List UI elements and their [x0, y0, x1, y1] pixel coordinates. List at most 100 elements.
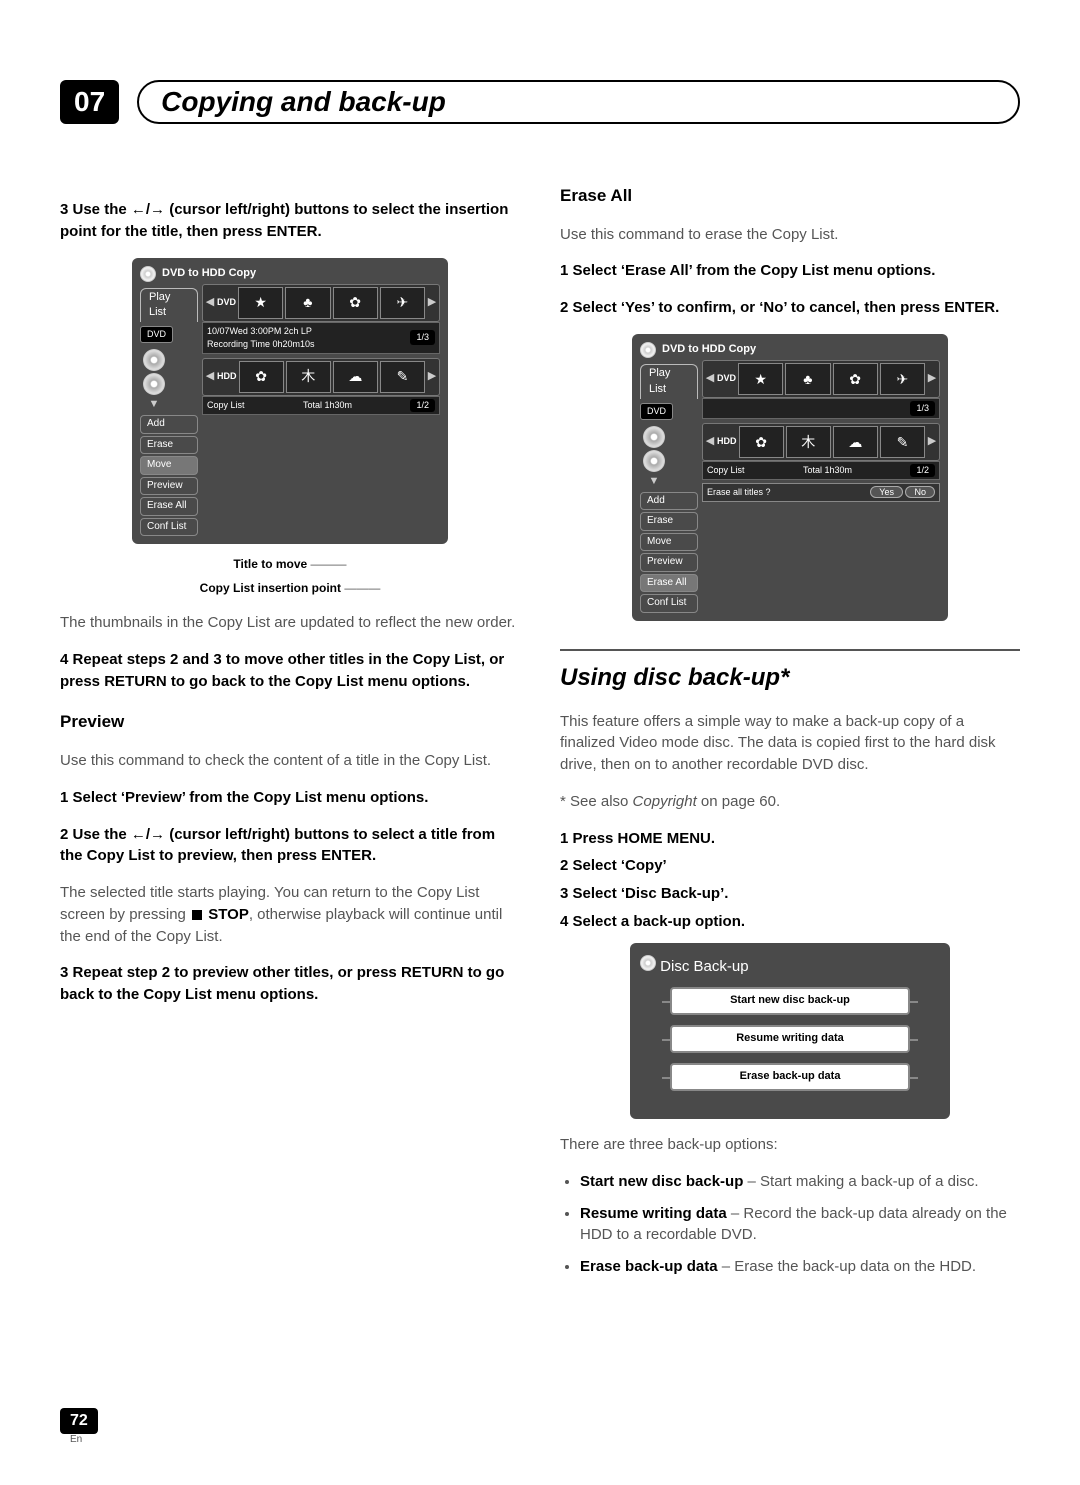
thumb: ★: [238, 287, 283, 319]
fig2-menu: Add Erase Move Preview Erase All Conf Li…: [640, 492, 698, 613]
dvd-stack-icon: ▼: [640, 426, 668, 490]
backup-menu-title: Disc Back-up: [660, 958, 748, 975]
page: 07 Copying and back-up 3 Use the ←/→ (cu…: [0, 0, 1080, 1485]
fig2-page-upper: 1/3: [910, 401, 935, 416]
disc-backup-footnote: * See also Copyright on page 60.: [560, 791, 1020, 813]
menu-conf-list: Conf List: [140, 518, 198, 537]
preview-after-2: The selected title starts playing. You c…: [60, 882, 520, 947]
disc-icon: [140, 266, 156, 282]
thumb: 木: [286, 361, 331, 393]
dialog-yes-button[interactable]: Yes: [870, 486, 903, 498]
fig2-total: Total 1h30m: [803, 464, 852, 477]
fig1-info2: Recording Time 0h20m10s: [207, 339, 315, 349]
chapter-number-box: 07: [60, 80, 119, 124]
fig1-menu: Add Erase Move Preview Erase All Conf Li…: [140, 415, 198, 536]
fig1-dvd-row-label: DVD: [217, 296, 236, 309]
menu-add: Add: [640, 492, 698, 511]
left-step-3: 3 Use the ←/→ (cursor left/right) button…: [60, 199, 520, 243]
stop-icon: [192, 910, 202, 920]
menu-move: Move: [140, 456, 198, 475]
thumb: ✈: [880, 363, 925, 395]
disc-backup-intro: This feature offers a simple way to make…: [560, 711, 1020, 776]
fig1-page-lower: 1/2: [410, 399, 435, 412]
backup-option-2: Resume writing data – Record the back-up…: [580, 1203, 1020, 1247]
erase-all-intro: Use this command to erase the Copy List.: [560, 224, 1020, 246]
figure-erase-all-dialog: DVD to HDD Copy Play List DVD ▼ Add Eras…: [632, 334, 948, 621]
right-arrow-icon: ▶: [427, 295, 437, 311]
fig2-confirm-dialog: Erase all titles ? Yes No: [702, 483, 940, 502]
opt2-label: Resume writing data: [580, 1205, 727, 1222]
preview-intro: Use this command to check the content of…: [60, 750, 520, 772]
left-arrow-icon: ◀: [705, 371, 715, 387]
disc-icon: [640, 342, 656, 358]
caption-insertion-point: Copy List insertion point: [200, 581, 341, 595]
backup-menu-item-erase[interactable]: Erase back-up data: [670, 1063, 910, 1091]
thumb: ✿: [739, 426, 784, 458]
thumb: ✿: [333, 287, 378, 319]
left-arrow-icon: ◀: [205, 295, 215, 311]
thumb: ✎: [880, 426, 925, 458]
fig1-copy-list-label: Copy List: [207, 399, 245, 412]
disc-backup-heading: Using disc back-up*: [560, 649, 1020, 696]
opt3-text: – Erase the back-up data on the HDD.: [718, 1258, 976, 1275]
left-arrow-icon: ◀: [705, 434, 715, 450]
thumb: ✎: [380, 361, 425, 393]
fig1-page-upper: 1/3: [410, 330, 435, 345]
fig1-top-thumbs: ◀ DVD ★ ♣ ✿ ✈ ▶: [202, 284, 440, 322]
dialog-no-button[interactable]: No: [905, 486, 935, 498]
backup-menu-item-resume[interactable]: Resume writing data: [670, 1025, 910, 1053]
fig2-dvd-badge: DVD: [640, 403, 673, 420]
backup-menu-title-row: Disc Back-up: [640, 955, 940, 978]
fig1-dvd-badge: DVD: [140, 326, 173, 343]
erase-all-heading: Erase All: [560, 184, 1020, 209]
fig1-tab: Play List: [140, 288, 198, 323]
preview-step-3: 3 Repeat step 2 to preview other titles,…: [60, 962, 520, 1006]
thumb: ✈: [380, 287, 425, 319]
thumb: ☁: [833, 426, 878, 458]
page-number: 72: [60, 1408, 98, 1434]
backup-options-list: Start new disc back-up – Start making a …: [560, 1171, 1020, 1278]
thumb: ★: [738, 363, 783, 395]
thumb: ☁: [333, 361, 378, 393]
menu-move: Move: [640, 533, 698, 552]
fig2-copy-list-label: Copy List: [707, 464, 745, 477]
chapter-header: 07 Copying and back-up: [60, 80, 1020, 124]
dvd-stack-icon: ▼: [140, 349, 168, 413]
footnote-copyright: Copyright: [633, 793, 697, 810]
thumb: 木: [786, 426, 831, 458]
fig2-info-bar: 1/3: [702, 398, 940, 419]
left-after-fig1: The thumbnails in the Copy List are upda…: [60, 612, 520, 634]
figure-disc-backup-menu: Disc Back-up Start new disc back-up Resu…: [630, 943, 950, 1120]
right-arrow-icon: ▶: [927, 434, 937, 450]
thumb: ✿: [239, 361, 284, 393]
menu-erase: Erase: [140, 436, 198, 455]
menu-preview: Preview: [140, 477, 198, 496]
opt3-label: Erase back-up data: [580, 1258, 718, 1275]
thumb: ♣: [785, 363, 830, 395]
fig2-page-lower: 1/2: [910, 464, 935, 477]
preview-heading: Preview: [60, 710, 520, 735]
fig2-dvd-row-label: DVD: [717, 372, 736, 385]
left-column: 3 Use the ←/→ (cursor left/right) button…: [60, 184, 520, 1288]
fig1-total: Total 1h30m: [303, 399, 352, 412]
backup-step-4: 4 Select a back-up option.: [560, 911, 1020, 933]
dialog-question: Erase all titles ?: [707, 486, 771, 499]
caption-title-to-move: Title to move: [233, 557, 307, 571]
fig1-bottom-thumbs: ◀ HDD ✿ 木 ☁ ✎ ▶: [202, 358, 440, 396]
fig1-info-bar: 10/07Wed 3:00PM 2ch LPRecording Time 0h2…: [202, 322, 440, 354]
footnote-b: on page 60.: [697, 793, 780, 810]
backup-step-1: 1 Press HOME MENU.: [560, 828, 1020, 850]
opt1-text: – Start making a back-up of a disc.: [743, 1173, 978, 1190]
two-column-layout: 3 Use the ←/→ (cursor left/right) button…: [60, 184, 1020, 1288]
left-arrow-icon: ◀: [205, 369, 215, 385]
menu-erase: Erase: [640, 512, 698, 531]
right-column: Erase All Use this command to erase the …: [560, 184, 1020, 1288]
menu-add: Add: [140, 415, 198, 434]
fig1-title: DVD to HDD Copy: [162, 266, 256, 282]
backup-steps: 1 Press HOME MENU. 2 Select ‘Copy’ 3 Sel…: [560, 828, 1020, 933]
chapter-title: Copying and back-up: [137, 80, 1020, 124]
backup-options-intro: There are three back-up options:: [560, 1134, 1020, 1156]
backup-menu-item-start[interactable]: Start new disc back-up: [670, 987, 910, 1015]
opt1-label: Start new disc back-up: [580, 1173, 743, 1190]
backup-option-1: Start new disc back-up – Start making a …: [580, 1171, 1020, 1193]
